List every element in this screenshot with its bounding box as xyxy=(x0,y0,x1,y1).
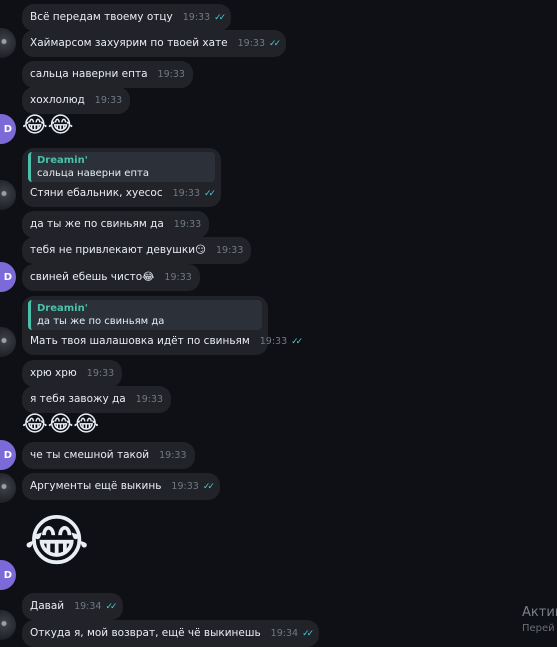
message-time: 19:33 xyxy=(159,450,187,461)
message-bubble[interactable]: Откуда я, мой возврат, ещё чё выкинешь 19… xyxy=(22,620,320,647)
emoji-message[interactable]: 😂😂😂 xyxy=(22,412,99,438)
avatar[interactable]: D xyxy=(0,560,16,590)
message-time: 19:33 xyxy=(157,69,185,80)
message-bubble[interactable]: Аргументы ещё выкинь 19:33 ✓✓ xyxy=(22,473,220,500)
avatar-letter: D xyxy=(3,569,12,581)
message-bubble[interactable]: хохлолюд 19:33 xyxy=(22,87,131,114)
message-time: 19:33 xyxy=(94,95,123,106)
avatar[interactable]: D xyxy=(0,262,16,292)
message-bubble[interactable]: Хаймарсом захуярим по твоей хате 19:33 ✓✓ xyxy=(22,30,287,57)
reply-text: да ты же по свиньям да xyxy=(37,316,165,327)
avatar[interactable]: D xyxy=(0,114,16,144)
read-check-icon: ✓✓ xyxy=(105,602,117,612)
message-bubble[interactable]: свиней ебешь чисто😂 19:33 xyxy=(22,264,200,291)
message-text: хохлолюд xyxy=(30,94,85,106)
avatar[interactable]: D xyxy=(0,440,16,470)
message-time: 19:33 xyxy=(237,38,266,49)
message-time: 19:33 xyxy=(171,481,199,492)
avatar[interactable] xyxy=(0,610,16,640)
avatar-letter: D xyxy=(3,123,12,135)
message-time: 19:33 xyxy=(86,368,115,379)
message-time: 19:33 xyxy=(164,272,192,283)
message-time: 19:33 xyxy=(135,394,164,405)
message-bubble[interactable]: да ты же по свиньям да 19:33 xyxy=(22,211,210,238)
avatar[interactable] xyxy=(0,327,16,357)
message-bubble[interactable]: хрю хрю 19:33 xyxy=(22,360,123,387)
message-text: я тебя завожу да xyxy=(30,393,126,405)
message-bubble[interactable]: че ты смешной такой 19:33 xyxy=(22,442,195,469)
avatar[interactable] xyxy=(0,28,16,58)
windows-activation-watermark: Актив Перей xyxy=(522,605,557,637)
read-check-icon: ✓✓ xyxy=(204,189,216,199)
message-text: Давай xyxy=(30,600,65,612)
message-time: 19:33 xyxy=(216,245,244,256)
watermark-line-2: Перей xyxy=(522,623,555,634)
message-bubble[interactable]: я тебя завожу да 19:33 xyxy=(22,386,172,413)
message-text: Аргументы ещё выкинь xyxy=(30,480,162,492)
message-bubble-reply[interactable]: Dreamin' да ты же по свиньям да Мать тво… xyxy=(22,296,303,355)
emoji-message-large[interactable]: 😂 xyxy=(24,510,89,574)
read-check-icon: ✓✓ xyxy=(302,629,314,639)
avatar-letter: D xyxy=(3,271,12,283)
message-bubble[interactable]: сальца наверни епта 19:33 xyxy=(22,61,193,88)
message-time: 19:33 xyxy=(182,12,211,23)
message-text: Откуда я, мой возврат, ещё чё выкинешь xyxy=(30,627,261,639)
message-text: сальца наверни епта xyxy=(30,68,148,80)
read-check-icon: ✓✓ xyxy=(269,39,281,49)
watermark-line-1: Актив xyxy=(522,605,557,620)
message-text: Стяни ебальник, хуесос xyxy=(30,187,163,199)
message-bubble-reply[interactable]: Dreamin' сальца наверни епта Стяни ебаль… xyxy=(22,148,222,207)
message-text: да ты же по свиньям да xyxy=(30,218,164,230)
message-bubble[interactable]: Всё передам твоему отцу 19:33 ✓✓ xyxy=(22,4,232,31)
message-text: Хаймарсом захуярим по твоей хате xyxy=(30,37,228,49)
read-check-icon: ✓✓ xyxy=(214,13,226,23)
message-bubble[interactable]: тебя не привлекают девушки😏 19:33 xyxy=(22,237,252,264)
message-text: че ты смешной такой xyxy=(30,449,150,461)
message-text: Мать твоя шалашовка идёт по свиньям xyxy=(30,335,250,347)
avatar[interactable] xyxy=(0,180,16,210)
reply-quote[interactable]: Dreamin' да ты же по свиньям да xyxy=(28,300,262,330)
message-text: тебя не привлекают девушки😏 xyxy=(30,244,206,256)
message-time: 19:33 xyxy=(259,336,288,347)
message-text: свиней ебешь чисто😂 xyxy=(30,271,155,283)
message-text: Всё передам твоему отцу xyxy=(30,11,173,23)
reply-author: Dreamin' xyxy=(37,155,88,166)
message-time: 19:34 xyxy=(74,601,102,612)
emoji-message[interactable]: 😂😂 xyxy=(22,113,73,139)
read-check-icon: ✓✓ xyxy=(202,482,215,492)
reply-author: Dreamin' xyxy=(37,303,88,314)
message-time: 19:33 xyxy=(172,188,201,199)
reply-quote[interactable]: Dreamin' сальца наверни епта xyxy=(28,152,216,182)
message-time: 19:33 xyxy=(173,219,202,230)
message-text: хрю хрю xyxy=(30,367,77,379)
avatar[interactable] xyxy=(0,473,16,503)
avatar-letter: D xyxy=(3,449,12,461)
reply-text: сальца наверни епта xyxy=(37,168,149,179)
message-time: 19:34 xyxy=(270,628,299,639)
message-bubble[interactable]: Давай 19:34 ✓✓ xyxy=(22,593,123,620)
read-check-icon: ✓✓ xyxy=(291,337,303,347)
